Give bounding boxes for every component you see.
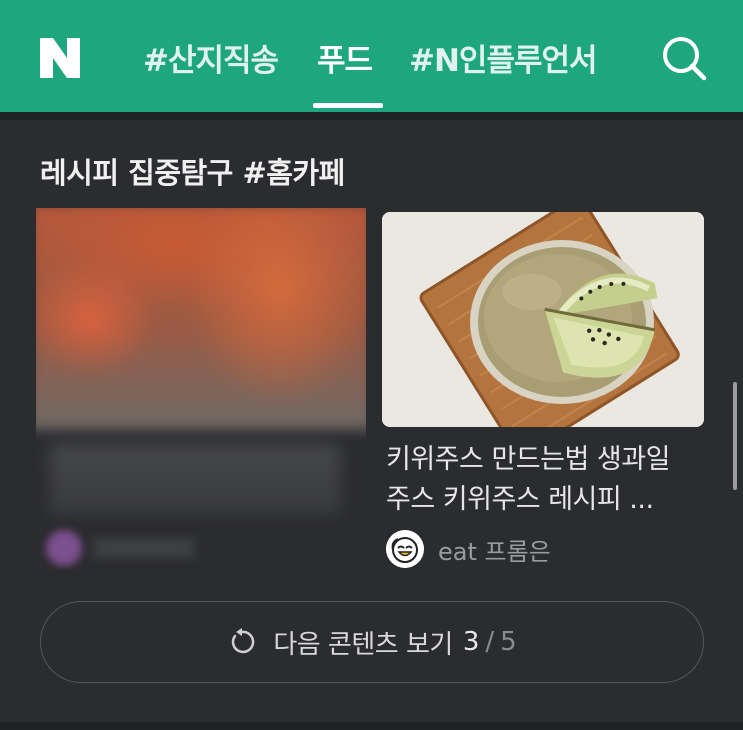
tab-sanji-jiksong[interactable]: #산지직송 bbox=[143, 35, 279, 80]
blurred-author bbox=[94, 538, 194, 558]
author-name: eat 프롬은 bbox=[438, 537, 551, 566]
kiwi-juice-thumbnail[interactable] bbox=[382, 212, 704, 427]
top-nav-bar: #산지직송 푸드 #N인플루언서 bbox=[0, 0, 743, 112]
active-tab-indicator bbox=[313, 103, 383, 108]
next-content-button[interactable]: 다음 콘텐츠 보기 3 / 5 bbox=[40, 601, 704, 683]
tab-food[interactable]: 푸드 bbox=[317, 35, 373, 80]
blurred-title bbox=[50, 444, 340, 514]
blurred-avatar bbox=[46, 530, 82, 566]
tab-n-influencer[interactable]: #N인플루언서 bbox=[409, 35, 598, 80]
page-total: 5 bbox=[500, 627, 517, 657]
kiwi-juice-image bbox=[382, 212, 704, 427]
refresh-icon bbox=[232, 628, 255, 654]
card-title[interactable]: 키위주스 만드는법 생과일 주스 키위주스 레시피 ... bbox=[386, 440, 702, 520]
card-title-line1: 키위주스 만드는법 생과일 bbox=[386, 444, 670, 475]
search-icon[interactable] bbox=[660, 34, 708, 82]
top-divider bbox=[0, 112, 743, 120]
next-content-label: 다음 콘텐츠 보기 bbox=[273, 629, 453, 660]
page-separator: / bbox=[485, 627, 495, 657]
card-title-line2: 주스 키위주스 레시피 ... bbox=[386, 484, 654, 515]
blurred-thumbnail bbox=[36, 208, 366, 430]
content-card-kiwi-juice[interactable]: 키위주스 만드는법 생과일 주스 키위주스 레시피 ... eat 프롬은 bbox=[382, 212, 704, 570]
scrollbar[interactable] bbox=[733, 382, 737, 490]
page-current: 3 bbox=[462, 627, 480, 657]
smiley-avatar-icon bbox=[386, 530, 424, 568]
bottom-divider bbox=[0, 722, 743, 730]
naver-n-logo-icon[interactable] bbox=[38, 36, 82, 80]
content-card-blurred[interactable] bbox=[36, 208, 366, 570]
author-info[interactable]: eat 프롬은 bbox=[386, 530, 551, 568]
section-title: 레시피 집중탐구 #홈카페 bbox=[40, 156, 345, 190]
